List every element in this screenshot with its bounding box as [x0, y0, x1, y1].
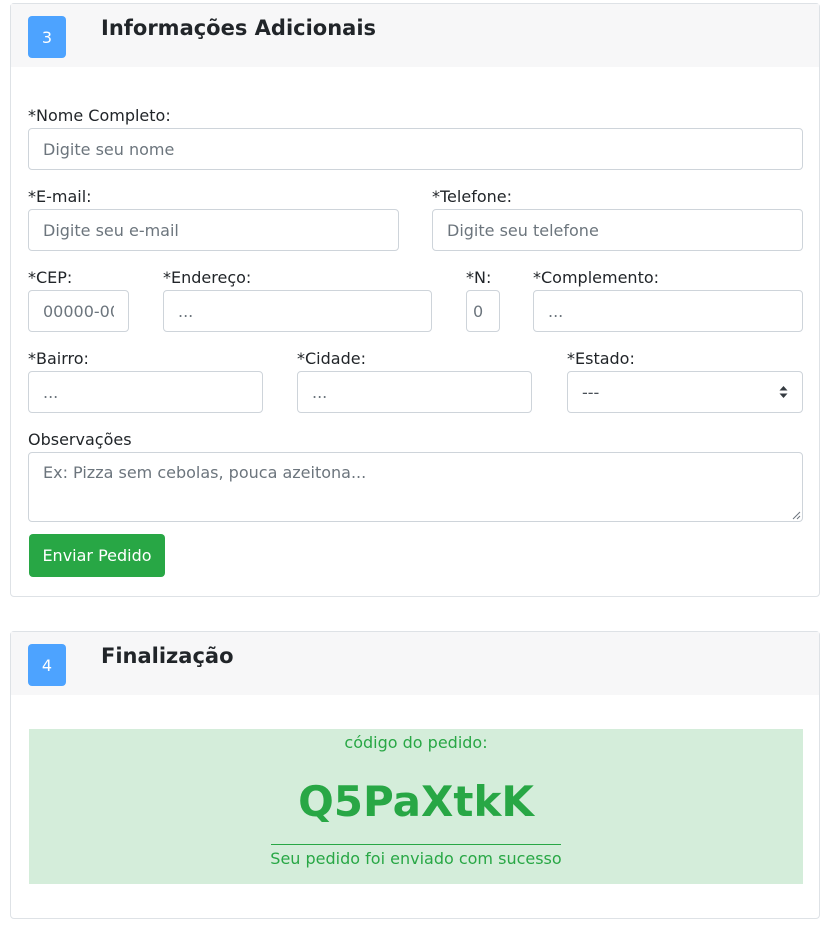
- step-badge: 3: [28, 16, 66, 58]
- step-badge: 4: [28, 644, 66, 686]
- resize-handle-icon[interactable]: [791, 510, 801, 520]
- endereco-label: *Endereço:: [163, 268, 252, 287]
- observacoes-wrapper: [28, 452, 803, 522]
- cidade-input[interactable]: [297, 371, 532, 413]
- observacoes-label: Observações: [28, 430, 132, 449]
- success-alert: código do pedido: Q5PaXtkK Seu pedido fo…: [29, 729, 803, 884]
- section-title: Finalização: [101, 644, 234, 668]
- email-input[interactable]: [28, 209, 399, 251]
- bairro-label: *Bairro:: [28, 349, 89, 368]
- bairro-input[interactable]: [28, 371, 263, 413]
- order-code: Q5PaXtkK: [298, 777, 534, 826]
- finalization-header: 4 Finalização: [11, 632, 819, 695]
- email-label: *E-mail:: [28, 187, 92, 206]
- complemento-input[interactable]: [533, 290, 803, 332]
- enviar-pedido-button[interactable]: Enviar Pedido: [29, 534, 165, 577]
- endereco-input[interactable]: [163, 290, 432, 332]
- finalization-card: 4 Finalização código do pedido: Q5PaXtkK…: [10, 631, 820, 919]
- additional-info-header: 3 Informações Adicionais: [11, 4, 819, 67]
- nome-input[interactable]: [28, 128, 803, 170]
- estado-label: *Estado:: [567, 349, 635, 368]
- cidade-label: *Cidade:: [297, 349, 366, 368]
- cep-input[interactable]: [28, 290, 129, 332]
- complemento-label: *Complemento:: [533, 268, 660, 287]
- nome-label: *Nome Completo:: [28, 106, 171, 125]
- estado-selected-value: ---: [582, 382, 600, 402]
- estado-select[interactable]: ---: [567, 371, 803, 413]
- cep-label: *CEP:: [28, 268, 73, 287]
- additional-info-card: 3 Informações Adicionais *Nome Completo:…: [10, 3, 820, 597]
- divider: [271, 844, 561, 845]
- order-code-label: código do pedido:: [344, 733, 488, 752]
- observacoes-textarea[interactable]: [28, 452, 803, 522]
- select-arrows-icon: [779, 385, 788, 399]
- telefone-label: *Telefone:: [432, 187, 512, 206]
- section-title: Informações Adicionais: [101, 16, 377, 40]
- numero-label: *N:: [466, 268, 492, 287]
- telefone-input[interactable]: [432, 209, 803, 251]
- numero-input[interactable]: [466, 290, 500, 332]
- success-message: Seu pedido foi enviado com sucesso: [270, 849, 562, 868]
